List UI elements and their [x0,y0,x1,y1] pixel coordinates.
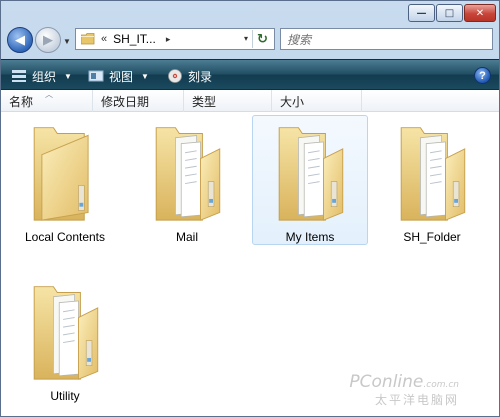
column-header-row: 名称 ︿ 修改日期 类型 大小 [1,90,499,112]
forward-button[interactable]: ▶ [35,27,61,53]
view-label: 视图 [109,69,134,84]
help-icon[interactable]: ? [474,67,491,84]
folder-with-documents-icon [33,286,99,380]
view-button[interactable]: 视图 ▼ [88,67,149,85]
folder-label: Mail [175,230,198,244]
address-bar[interactable]: « SH_IT... ▸ ▾ ↻ [75,28,275,50]
column-header-type[interactable]: 类型 [184,90,272,112]
burn-label: 刻录 [188,69,213,84]
column-header-size[interactable]: 大小 [272,90,362,112]
recent-pages-dropdown[interactable]: ▼ [63,37,71,46]
folder-with-documents-icon [278,127,344,221]
folder-with-documents-icon [400,127,466,221]
breadcrumb-overflow[interactable]: « [101,33,107,45]
back-arrow-icon: ◀ [15,32,25,47]
search-placeholder: 搜索 [287,32,312,47]
view-dropdown-icon: ▼ [141,71,149,81]
watermark-main: PConline [349,372,424,392]
command-bar: 组织 ▼ 视图 ▼ 刻录 ? [1,59,499,90]
view-icon [88,70,104,82]
folder-item-utility[interactable]: Utility [7,274,123,404]
folder-item-local-contents[interactable]: Local Contents [7,115,123,245]
folder-label: Utility [50,389,80,403]
burn-disc-icon [168,69,182,83]
folder-item-sh-folder[interactable]: SH_Folder [374,115,490,245]
column-header-date-modified[interactable]: 修改日期 [93,90,184,112]
refresh-icon[interactable]: ↻ [252,30,272,48]
navigation-bar: ◀ ▶ ▼ « SH_IT... ▸ ▾ ↻ 搜索 [1,25,499,59]
folder-empty-icon [33,127,89,221]
folder-with-documents-icon [155,127,221,221]
folder-label: My Items [285,230,335,244]
explorer-window: — □ ✕ ◀ ▶ ▼ « SH_IT... ▸ ▾ ↻ 搜索 组织 ▼ 视图 … [0,0,500,417]
folder-label: SH_Folder [403,230,461,244]
folder-label: Local Contents [24,230,106,244]
column-header-name[interactable]: 名称 ︿ [1,90,93,112]
search-input[interactable]: 搜索 [280,28,493,50]
organize-label: 组织 [32,69,57,84]
close-button[interactable]: ✕ [464,4,496,22]
title-bar: — □ ✕ [1,1,499,25]
maximize-button[interactable]: □ [436,4,463,22]
watermark: PConline.com.cn 太平洋电脑网 [349,372,459,408]
watermark-sub: .com.cn [423,380,459,390]
file-list-area: 名称 ︿ 修改日期 类型 大小 Local Contents Mail My I… [1,90,499,416]
minimize-button[interactable]: — [408,4,435,22]
forward-arrow-icon: ▶ [43,32,53,47]
folder-item-mail[interactable]: Mail [129,115,245,245]
burn-button[interactable]: 刻录 [167,67,212,85]
sort-up-icon: ︿ [45,90,53,99]
breadcrumb-arrow-icon[interactable]: ▸ [166,34,171,45]
back-button[interactable]: ◀ [7,27,33,53]
organize-button[interactable]: 组织 ▼ [11,67,72,85]
folder-item-my-items[interactable]: My Items [252,115,368,245]
breadcrumb-path[interactable]: SH_IT... [113,32,156,46]
organize-icon [12,70,26,82]
organize-dropdown-icon: ▼ [64,71,72,81]
address-dropdown-icon[interactable]: ▾ [244,34,248,43]
folder-icon [81,33,95,45]
watermark-cn: 太平洋电脑网 [374,393,459,407]
